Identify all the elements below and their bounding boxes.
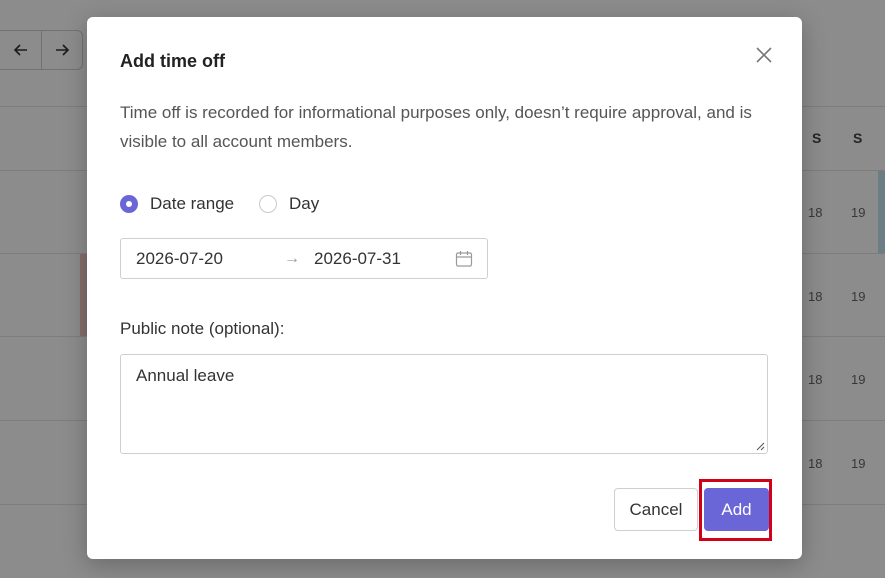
- dialog-description: Time off is recorded for informational p…: [120, 103, 752, 151]
- radio-label: Day: [289, 194, 320, 213]
- dialog-title: Add time off: [120, 51, 225, 71]
- start-date-input[interactable]: 2026-07-20: [136, 249, 223, 269]
- day-option[interactable]: Day: [259, 194, 319, 214]
- add-time-off-dialog: Add time off Time off is recorded for in…: [87, 17, 802, 559]
- note-value: Annual leave: [136, 366, 235, 385]
- public-note-textarea[interactable]: Annual leave: [120, 354, 768, 454]
- close-button[interactable]: [753, 44, 775, 66]
- radio-selected[interactable]: [120, 195, 138, 213]
- date-range-option[interactable]: Date range: [120, 194, 234, 214]
- calendar-icon[interactable]: [455, 250, 473, 268]
- end-date-input[interactable]: 2026-07-31: [314, 249, 401, 269]
- note-label: Public note (optional):: [120, 319, 285, 338]
- cancel-button[interactable]: Cancel: [614, 488, 698, 531]
- resize-handle-icon[interactable]: [756, 442, 765, 451]
- radio-unselected[interactable]: [259, 195, 277, 213]
- range-arrow-icon: →: [284, 250, 300, 267]
- add-button[interactable]: Add: [704, 488, 769, 531]
- close-icon: [756, 47, 772, 63]
- date-range-picker[interactable]: 2026-07-20 → 2026-07-31: [120, 238, 488, 279]
- radio-label: Date range: [150, 194, 235, 213]
